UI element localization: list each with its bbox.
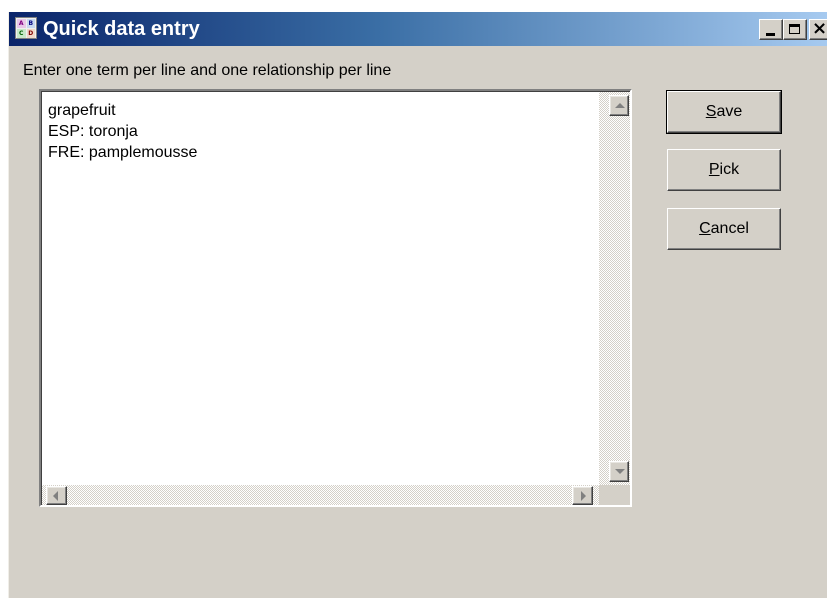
arrow-down-icon — [615, 469, 625, 474]
quick-data-entry-window: ABCD Quick data entry × Enter one term p… — [8, 12, 827, 598]
maximize-icon — [789, 24, 800, 34]
minimize-button[interactable] — [759, 19, 783, 40]
pick-button[interactable]: Pick — [667, 149, 781, 191]
cancel-label-rest: ancel — [710, 220, 749, 237]
cancel-accelerator: C — [699, 220, 711, 237]
close-button[interactable]: × — [809, 18, 827, 40]
vertical-scrollbar[interactable] — [599, 92, 630, 485]
pick-accelerator: P — [708, 161, 720, 178]
arrow-up-icon — [615, 103, 625, 108]
arrow-left-icon — [53, 491, 58, 501]
window-title: Quick data entry — [43, 18, 200, 40]
horizontal-scrollbar[interactable] — [42, 485, 599, 505]
pick-label-rest: ick — [719, 161, 740, 178]
maximize-button[interactable] — [783, 19, 807, 40]
title-bar[interactable]: ABCD Quick data entry × — [9, 12, 827, 46]
memo-text-content[interactable]: grapefruit ESP: toronja FRE: pamplemouss… — [48, 100, 598, 470]
scroll-down-button[interactable] — [609, 461, 629, 482]
scroll-left-button[interactable] — [46, 486, 67, 505]
scroll-right-button[interactable] — [572, 486, 593, 505]
arrow-right-icon — [581, 491, 586, 501]
instruction-label: Enter one term per line and one relation… — [23, 62, 392, 79]
app-grid-icon[interactable]: ABCD — [15, 17, 37, 39]
scroll-up-button[interactable] — [609, 95, 629, 116]
save-button[interactable]: Save — [666, 90, 782, 134]
save-accelerator: S — [705, 103, 717, 120]
minimize-icon — [766, 33, 775, 36]
scrollbar-corner — [599, 485, 630, 505]
save-label-rest: ave — [716, 103, 743, 120]
cancel-button[interactable]: Cancel — [667, 208, 781, 250]
term-entry-memo[interactable]: grapefruit ESP: toronja FRE: pamplemouss… — [39, 89, 632, 507]
close-icon: × — [812, 18, 827, 39]
